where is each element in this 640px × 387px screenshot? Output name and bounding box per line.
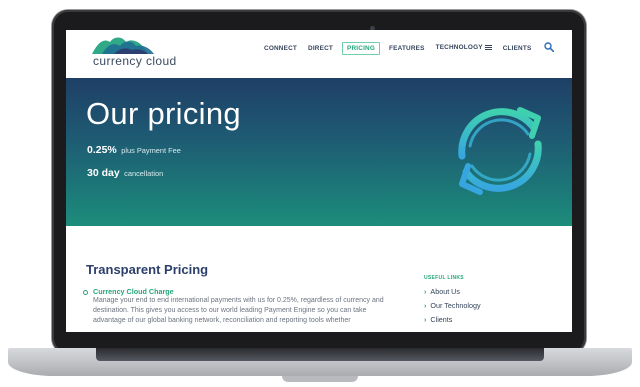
cancellation-label: cancellation bbox=[124, 169, 164, 178]
link-label: About Us bbox=[430, 287, 460, 296]
hero-banner: Our pricing 0.25% plus Payment Fee 30 da… bbox=[66, 78, 572, 226]
chevron-right-icon: › bbox=[424, 287, 427, 296]
nav-item-features[interactable]: FEATURES bbox=[389, 45, 425, 52]
search-icon[interactable] bbox=[544, 42, 554, 52]
link-about-us[interactable]: › About Us bbox=[424, 287, 460, 296]
nav-item-direct[interactable]: DIRECT bbox=[308, 45, 333, 52]
cancellation-value: 30 day bbox=[87, 167, 120, 179]
chevron-right-icon: › bbox=[424, 301, 427, 310]
nav-item-technology[interactable]: TECHNOLOGY bbox=[435, 44, 492, 52]
hero-title: Our pricing bbox=[86, 96, 241, 131]
logo-text[interactable]: currency cloud bbox=[93, 54, 177, 68]
item-title: Currency Cloud Charge bbox=[93, 287, 174, 296]
nav-item-connect[interactable]: CONNECT bbox=[264, 45, 297, 52]
useful-links-heading: USEFUL LINKS bbox=[424, 275, 464, 281]
laptop-screen: currency cloud CONNECT DIRECT PRICING FE… bbox=[66, 30, 572, 332]
main-nav: CONNECT DIRECT PRICING FEATURES TECHNOLO… bbox=[264, 40, 542, 56]
laptop-notch bbox=[282, 376, 358, 382]
hero-cancellation: 30 day cancellation bbox=[87, 163, 163, 181]
hero-fee: 0.25% plus Payment Fee bbox=[87, 140, 181, 158]
item-body: Manage your end to end international pay… bbox=[93, 297, 384, 325]
currency-cloud-logo-icon[interactable] bbox=[92, 36, 158, 54]
link-label: Clients bbox=[430, 315, 453, 324]
nav-item-clients[interactable]: CLIENTS bbox=[503, 45, 532, 52]
section-title: Transparent Pricing bbox=[86, 262, 209, 277]
circle-bullet-icon bbox=[83, 290, 88, 295]
link-label: Our Technology bbox=[430, 301, 481, 310]
link-our-technology[interactable]: › Our Technology bbox=[424, 301, 481, 310]
fee-label: plus Payment Fee bbox=[121, 146, 181, 155]
chevron-right-icon: › bbox=[424, 315, 427, 324]
nav-item-technology-label: TECHNOLOGY bbox=[435, 44, 483, 52]
fee-value: 0.25% bbox=[87, 144, 117, 156]
site-header: currency cloud CONNECT DIRECT PRICING FE… bbox=[66, 30, 572, 78]
link-clients[interactable]: › Clients bbox=[424, 315, 452, 324]
nav-item-pricing[interactable]: PRICING bbox=[342, 41, 381, 55]
hamburger-icon bbox=[484, 44, 492, 51]
refresh-arrows-icon bbox=[458, 107, 542, 195]
laptop-keyboard-edge bbox=[96, 348, 544, 361]
